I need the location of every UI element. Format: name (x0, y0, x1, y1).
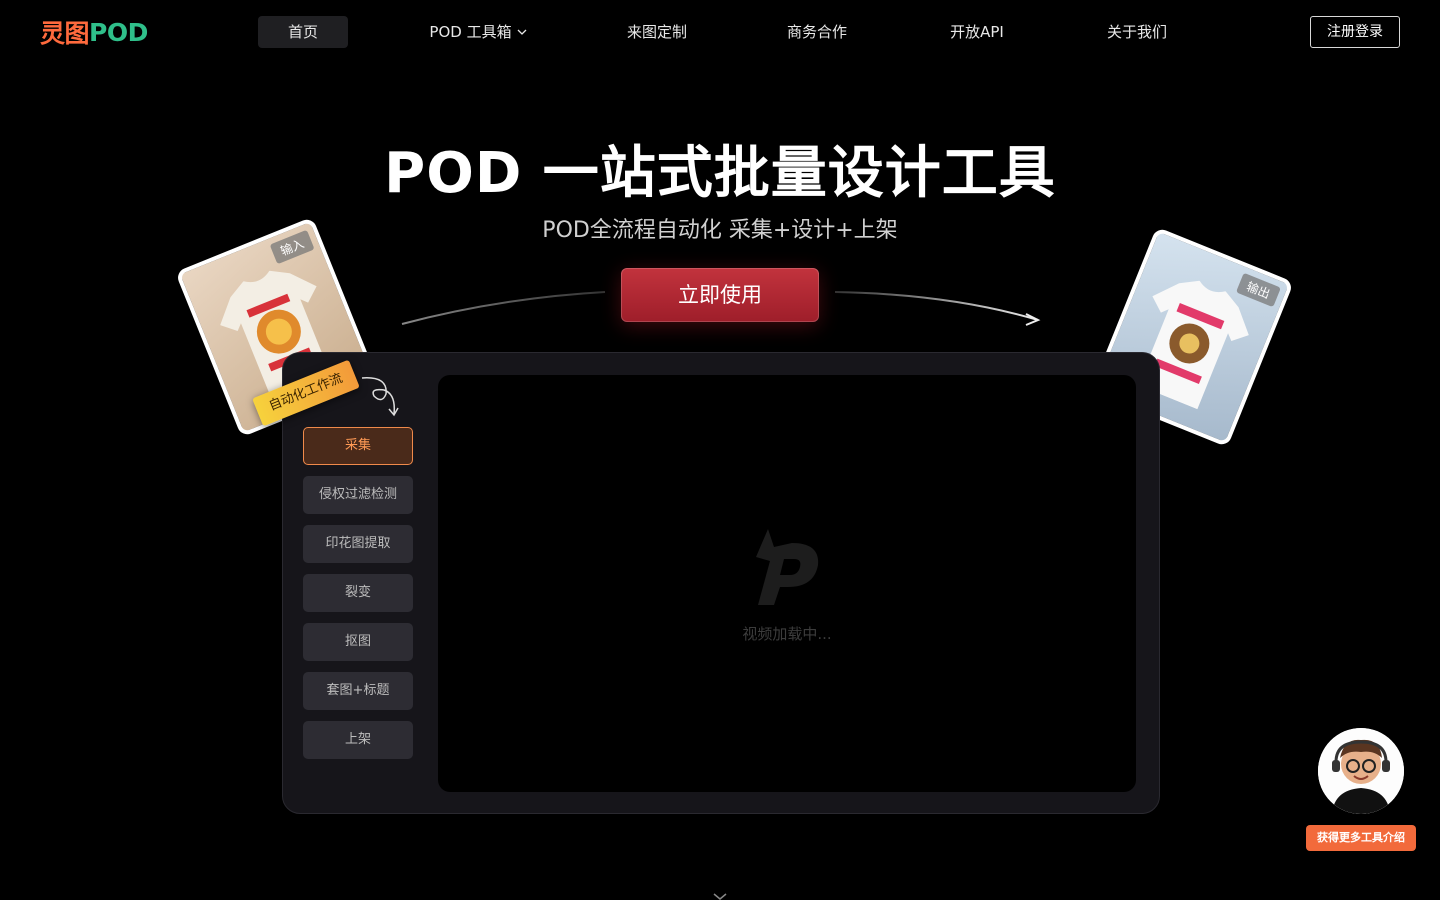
assistant-avatar[interactable] (1318, 728, 1404, 814)
nav-item-pod-toolbox[interactable]: POD 工具箱 (418, 16, 538, 48)
brand-p-logo-icon (756, 529, 819, 605)
hero-title: POD 一站式批量设计工具 (384, 141, 1056, 206)
nav-item-api[interactable]: 开放API (932, 16, 1022, 48)
nav-item-home[interactable]: 首页 (258, 16, 348, 48)
nav-item-label: 首页 (287, 23, 318, 41)
video-loading-text: 视频加载中... (742, 625, 832, 643)
nav-item-label: 开放API (950, 23, 1004, 41)
site-logo[interactable]: 灵图 POD (40, 14, 148, 50)
nav-item-label: 关于我们 (1106, 23, 1167, 41)
logo-cn: 灵图 (40, 19, 90, 48)
video-player[interactable]: 视频加载中... (438, 375, 1136, 792)
nav-item-label: 来图定制 (626, 23, 687, 41)
step-collect[interactable]: 采集 (303, 427, 413, 465)
register-login-button[interactable]: 注册登录 (1310, 16, 1400, 48)
nav-item-custom[interactable]: 来图定制 (612, 16, 702, 48)
use-now-button[interactable]: 立即使用 (621, 268, 819, 322)
nav-item-business[interactable]: 商务合作 (772, 16, 862, 48)
input-tag: 输入 (269, 229, 315, 265)
top-navbar: 灵图 POD 首页 POD 工具箱 来图定制 商务合作 开放API 关于我们 注册… (0, 0, 1440, 64)
hero-subtitle: POD全流程自动化 采集+设计+上架 (542, 218, 898, 243)
step-mockup-title[interactable]: 套图+标题 (303, 672, 413, 710)
workflow-panel: 采集 侵权过滤检测 印花图提取 裂变 抠图 套图+标题 上架 视频加载中... (282, 352, 1160, 814)
step-print-extract[interactable]: 印花图提取 (303, 525, 413, 563)
step-infringement-filter[interactable]: 侵权过滤检测 (303, 476, 413, 514)
step-publish[interactable]: 上架 (303, 721, 413, 759)
step-cutout[interactable]: 抠图 (303, 623, 413, 661)
nav-item-label: 商务合作 (786, 23, 847, 41)
nav-item-about[interactable]: 关于我们 (1092, 16, 1182, 48)
nav-item-label: POD 工具箱 (429, 23, 512, 41)
more-tools-button[interactable]: 获得更多工具介绍 (1306, 825, 1416, 851)
logo-en: POD (89, 17, 148, 47)
scroll-down-icon[interactable] (710, 892, 730, 900)
step-fission[interactable]: 裂变 (303, 574, 413, 612)
curl-arrow-icon (361, 377, 399, 417)
chevron-down-icon (517, 15, 527, 47)
assistant-character-icon (1318, 728, 1404, 814)
